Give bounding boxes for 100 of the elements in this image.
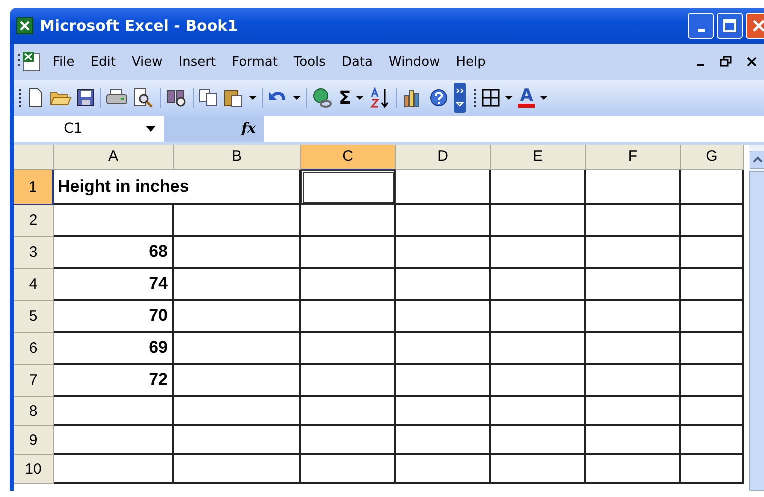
- table-cell[interactable]: [586, 397, 681, 426]
- table-cell[interactable]: [681, 455, 744, 484]
- table-cell[interactable]: [301, 333, 396, 365]
- close-icon[interactable]: [746, 56, 758, 68]
- maximize-button[interactable]: [717, 13, 743, 39]
- table-cell[interactable]: [301, 397, 396, 426]
- table-cell[interactable]: 68: [54, 237, 174, 269]
- table-cell[interactable]: [681, 205, 744, 237]
- copy-icon[interactable]: [199, 89, 219, 107]
- column-header[interactable]: D: [396, 145, 491, 170]
- column-header[interactable]: E: [491, 145, 586, 170]
- table-cell[interactable]: 72: [54, 365, 174, 397]
- table-cell[interactable]: [174, 333, 301, 365]
- table-cell[interactable]: [681, 170, 744, 205]
- table-cell[interactable]: [396, 397, 491, 426]
- menu-item[interactable]: File: [46, 50, 82, 74]
- table-cell[interactable]: [491, 397, 586, 426]
- function-label[interactable]: fx: [242, 121, 256, 137]
- row-header[interactable]: 4: [14, 269, 54, 301]
- table-cell[interactable]: [174, 455, 301, 484]
- menu-item[interactable]: Insert: [172, 50, 224, 74]
- table-cell[interactable]: [174, 426, 301, 455]
- grip-icon[interactable]: [18, 87, 22, 109]
- row-header[interactable]: 10: [14, 455, 54, 484]
- blank-page-icon[interactable]: [27, 88, 45, 108]
- menu-item[interactable]: View: [124, 50, 170, 74]
- table-cell[interactable]: [174, 269, 301, 301]
- table-cell[interactable]: [396, 455, 491, 484]
- table-cell[interactable]: [301, 205, 396, 237]
- table-cell[interactable]: 69: [54, 333, 174, 365]
- table-cell[interactable]: [174, 205, 301, 237]
- caret-icon[interactable]: [146, 126, 156, 132]
- minimize-button[interactable]: [688, 13, 714, 39]
- table-cell[interactable]: [681, 301, 744, 333]
- menu-item[interactable]: Tools: [286, 50, 333, 74]
- scroll-up-button[interactable]: [750, 151, 764, 169]
- table-cell[interactable]: [301, 237, 396, 269]
- printer-icon[interactable]: [106, 89, 128, 107]
- sum-button[interactable]: Σ: [339, 88, 352, 108]
- table-cell[interactable]: [681, 269, 744, 301]
- table-cell[interactable]: [301, 365, 396, 397]
- table-cell[interactable]: Height in inches: [54, 170, 301, 205]
- row-header[interactable]: 6: [14, 333, 54, 365]
- table-cell[interactable]: 74: [54, 269, 174, 301]
- table-cell[interactable]: [586, 237, 681, 269]
- table-cell[interactable]: [491, 205, 586, 237]
- table-cell[interactable]: [491, 426, 586, 455]
- table-cell[interactable]: [54, 205, 174, 237]
- column-header[interactable]: G: [681, 145, 744, 170]
- borders-icon[interactable]: [482, 89, 500, 107]
- table-cell[interactable]: [586, 301, 681, 333]
- row-header[interactable]: 3: [14, 237, 54, 269]
- column-header[interactable]: B: [174, 145, 301, 170]
- caret-icon[interactable]: [293, 95, 301, 101]
- font-color-button[interactable]: A: [518, 88, 536, 108]
- row-header[interactable]: 2: [14, 205, 54, 237]
- table-cell[interactable]: [54, 455, 174, 484]
- restore-icon[interactable]: [720, 56, 732, 68]
- table-cell[interactable]: [491, 170, 586, 205]
- help-icon[interactable]: [429, 88, 450, 108]
- table-cell[interactable]: [396, 333, 491, 365]
- table-cell[interactable]: [174, 301, 301, 333]
- table-cell[interactable]: [586, 333, 681, 365]
- caret-icon[interactable]: [540, 95, 548, 101]
- row-header[interactable]: 7: [14, 365, 54, 397]
- caret-icon[interactable]: [249, 95, 257, 101]
- globe-chain-icon[interactable]: [312, 88, 334, 108]
- table-cell[interactable]: [586, 365, 681, 397]
- table-cell[interactable]: [301, 426, 396, 455]
- table-cell[interactable]: [396, 269, 491, 301]
- clipboard-icon[interactable]: [224, 88, 244, 108]
- table-cell[interactable]: [586, 426, 681, 455]
- table-cell[interactable]: [54, 426, 174, 455]
- table-cell[interactable]: [301, 269, 396, 301]
- table-cell[interactable]: [586, 205, 681, 237]
- table-cell[interactable]: [491, 365, 586, 397]
- table-cell[interactable]: [396, 170, 491, 205]
- table-cell[interactable]: 70: [54, 301, 174, 333]
- caret-icon[interactable]: [505, 95, 514, 101]
- table-cell[interactable]: [491, 301, 586, 333]
- table-cell[interactable]: [54, 397, 174, 426]
- table-cell[interactable]: [491, 269, 586, 301]
- table-cell[interactable]: [586, 269, 681, 301]
- table-cell[interactable]: [681, 397, 744, 426]
- column-header[interactable]: F: [586, 145, 681, 170]
- row-header[interactable]: 5: [14, 301, 54, 333]
- table-cell[interactable]: [174, 237, 301, 269]
- toolbar-options-icon[interactable]: [454, 83, 466, 113]
- table-cell[interactable]: [681, 426, 744, 455]
- table-cell[interactable]: [681, 333, 744, 365]
- menu-item[interactable]: Data: [334, 50, 380, 74]
- column-header[interactable]: C: [301, 145, 396, 170]
- menu-item[interactable]: Window: [382, 50, 448, 74]
- table-cell[interactable]: [586, 170, 681, 205]
- sort-icon[interactable]: [369, 87, 392, 109]
- row-header[interactable]: 9: [14, 426, 54, 455]
- binoculars-icon[interactable]: [166, 88, 188, 108]
- table-cell[interactable]: [586, 455, 681, 484]
- menu-item[interactable]: Help: [449, 50, 493, 74]
- table-cell[interactable]: [396, 426, 491, 455]
